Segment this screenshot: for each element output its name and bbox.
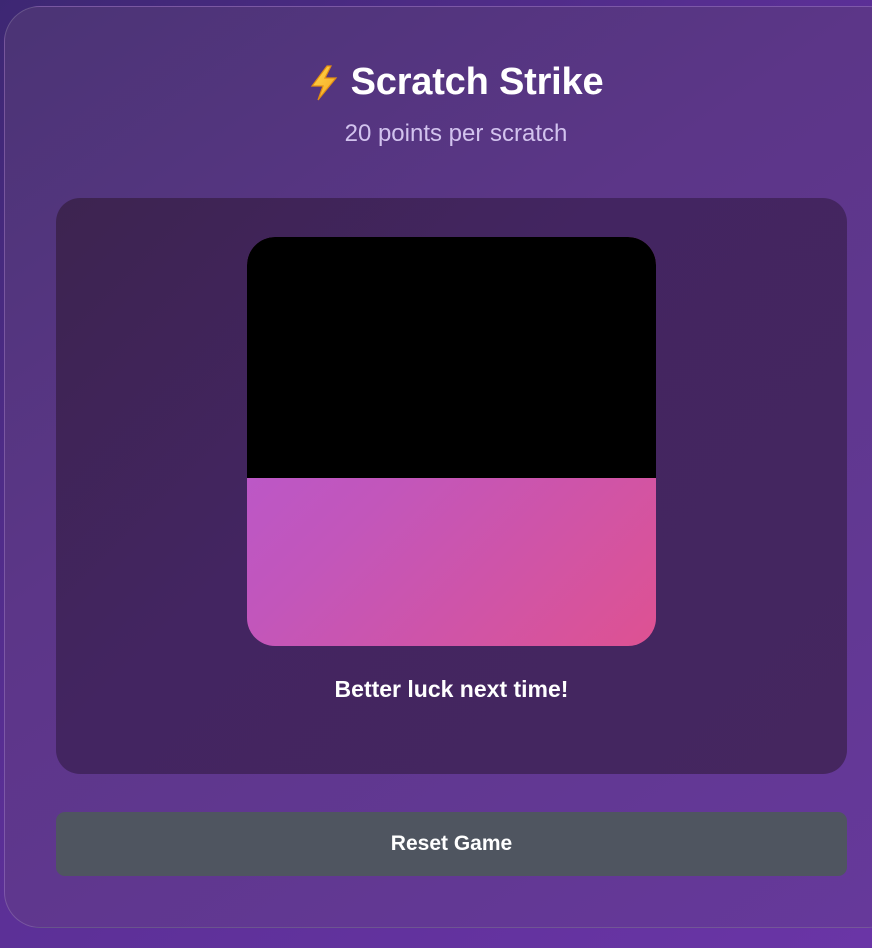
game-title-text: Scratch Strike: [350, 61, 604, 103]
points-subtitle: 20 points per scratch: [344, 119, 568, 147]
scratch-card[interactable]: [247, 237, 656, 646]
scratch-panel: Better luck next time!: [56, 198, 847, 774]
scratch-card-cover[interactable]: [247, 237, 656, 479]
lightning-bolt-icon: [310, 64, 337, 100]
reset-game-button[interactable]: Reset Game: [56, 812, 847, 876]
game-title: Scratch Strike: [309, 61, 604, 104]
result-message: Better luck next time!: [334, 676, 569, 702]
game-header: Scratch Strike 20 points per scratch: [5, 61, 872, 148]
